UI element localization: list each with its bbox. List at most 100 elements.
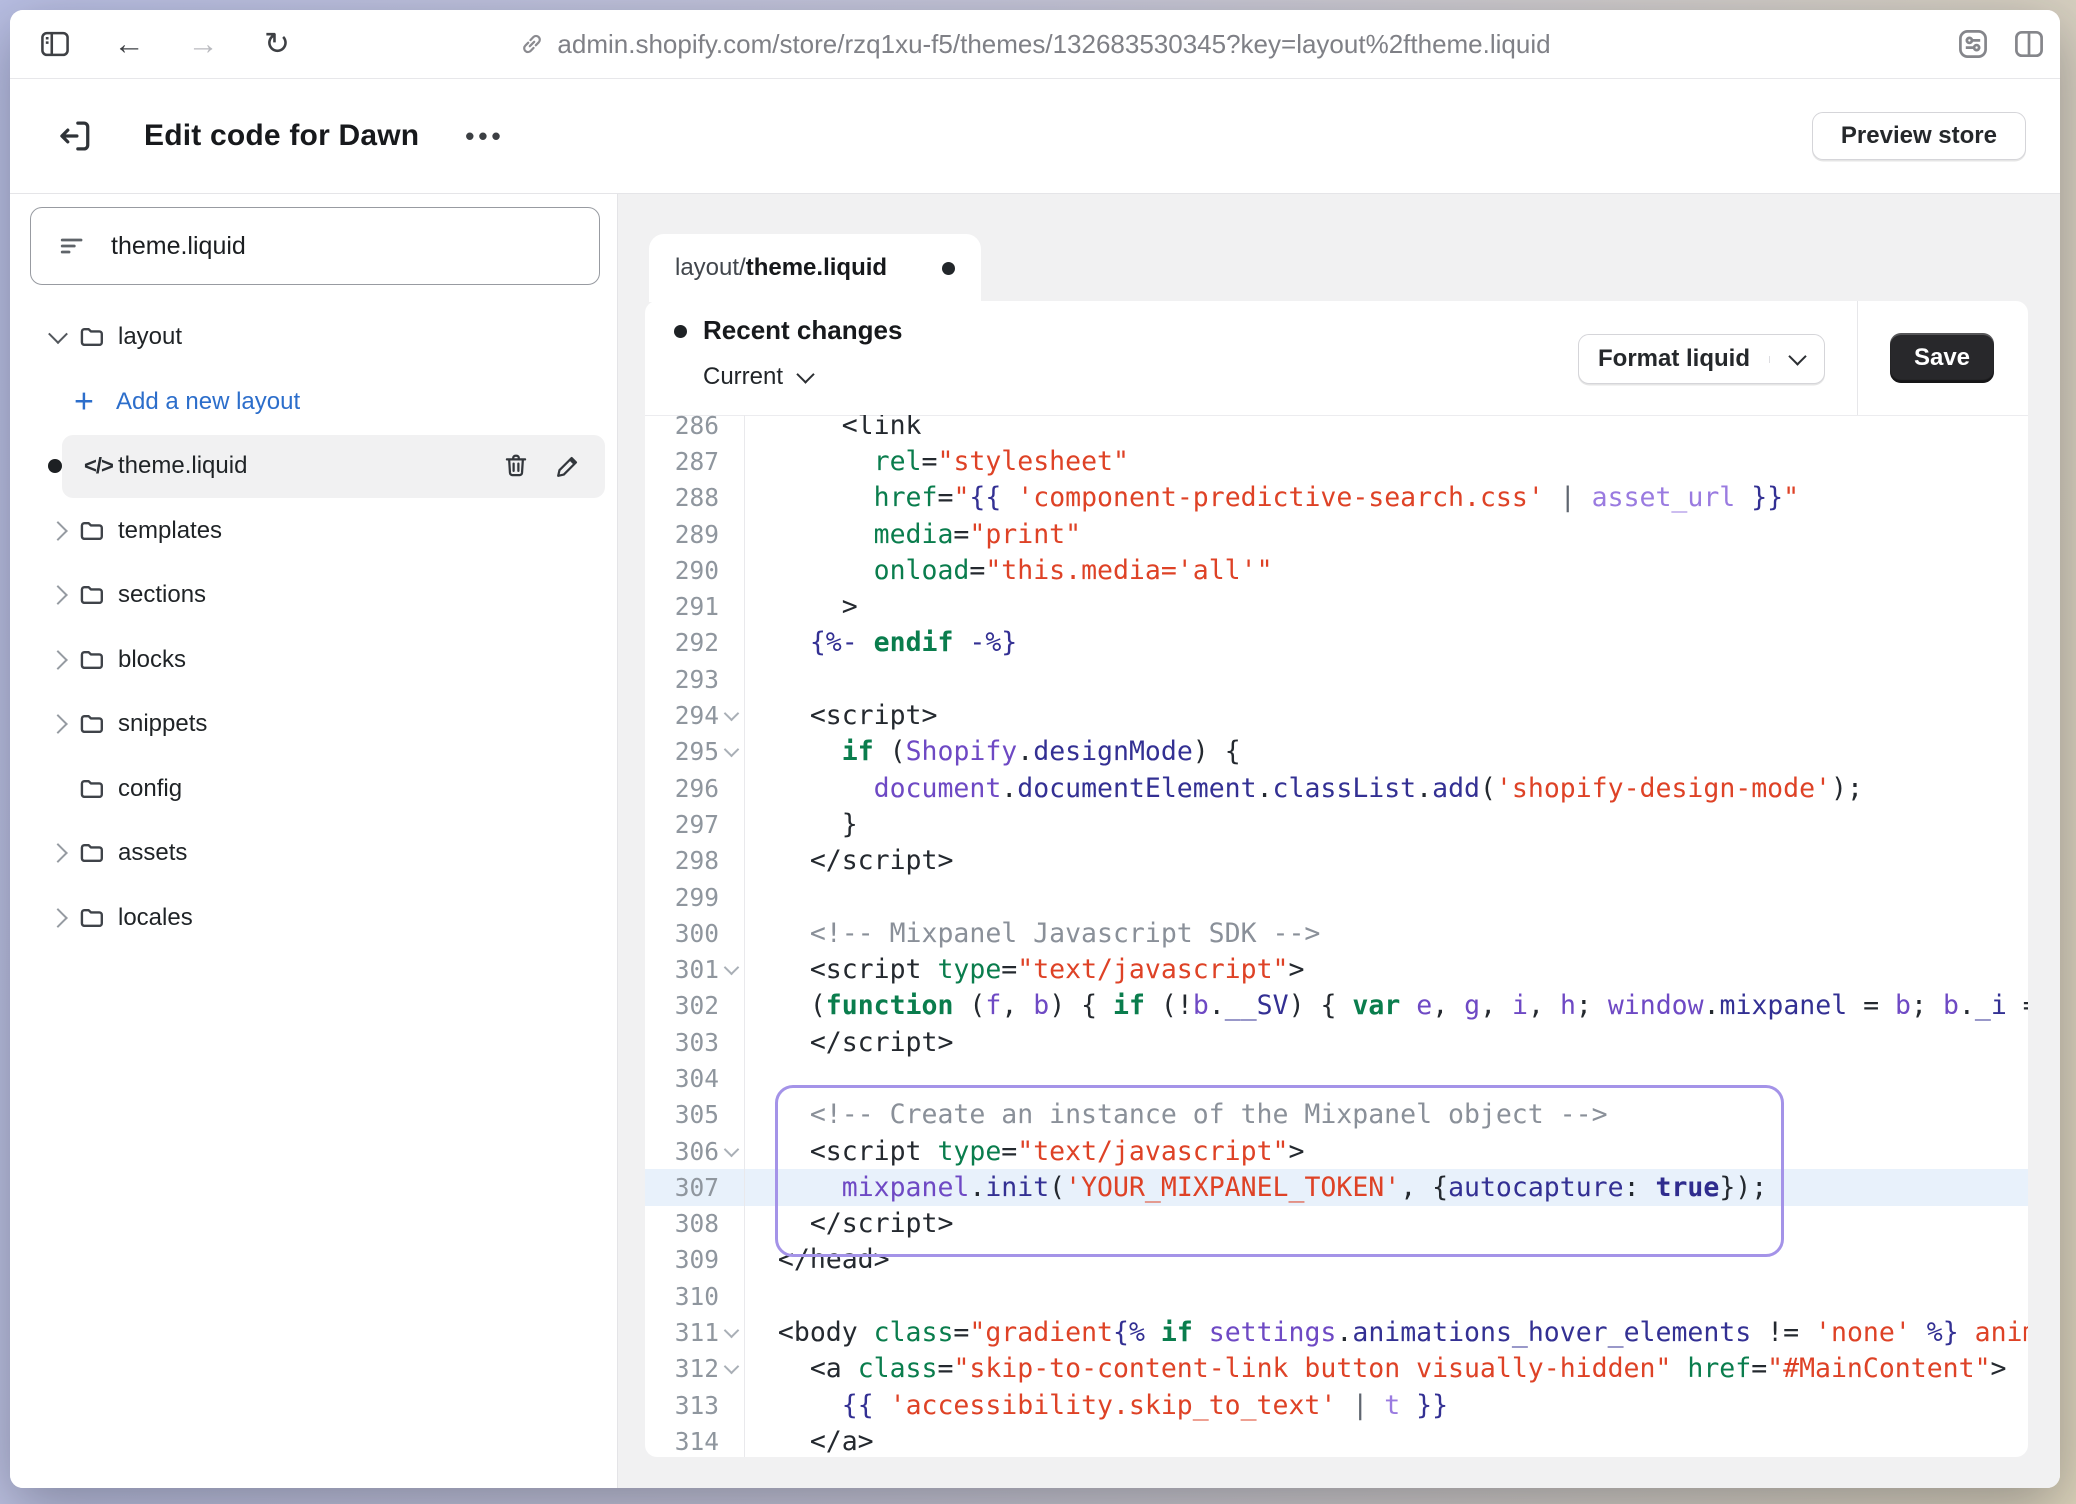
page-title: Edit code for Dawn (144, 119, 419, 153)
sidebar-item-assets[interactable]: assets (10, 821, 617, 886)
code-line[interactable]: 289 media="print" (645, 516, 2028, 552)
fold-chevron-icon[interactable] (719, 1365, 744, 1372)
chevron-down-icon[interactable] (46, 305, 70, 370)
recent-changes-label: Recent changes (703, 315, 902, 346)
line-number: 310 (645, 1282, 719, 1311)
sidebar-item-sections[interactable]: sections (10, 563, 617, 628)
tab-theme-liquid[interactable]: layout/theme.liquid (649, 234, 981, 302)
more-menu-icon[interactable]: ••• (465, 121, 504, 152)
fold-chevron-icon[interactable] (719, 748, 744, 755)
line-number: 296 (645, 774, 719, 803)
chevron-right-icon[interactable] (46, 692, 70, 757)
code-line[interactable]: 308 </script> (645, 1206, 2028, 1242)
line-number: 303 (645, 1028, 719, 1057)
chevron-right-icon[interactable] (46, 499, 70, 564)
chevron-right-icon[interactable] (46, 886, 70, 951)
line-number: 312 (645, 1354, 719, 1383)
sidebar-item-snippets[interactable]: snippets (10, 692, 617, 757)
chevron-right-icon[interactable] (46, 563, 70, 628)
reload-icon[interactable]: ↻ (254, 10, 300, 78)
page-settings-icon[interactable] (1950, 10, 1996, 78)
file-search-input[interactable] (109, 231, 579, 262)
code-text: </script> (744, 845, 953, 876)
code-area[interactable]: 286 <link287 rel="stylesheet"288 href="{… (645, 415, 2028, 1457)
code-line[interactable]: 303 </script> (645, 1024, 2028, 1060)
code-line[interactable]: 293 (645, 661, 2028, 697)
code-line[interactable]: 300 <!-- Mixpanel Javascript SDK --> (645, 915, 2028, 951)
url-text: admin.shopify.com/store/rzq1xu-f5/themes… (557, 29, 1550, 60)
line-number: 309 (645, 1245, 719, 1274)
code-line[interactable]: 299 (645, 879, 2028, 915)
code-line[interactable]: 314 </a> (645, 1423, 2028, 1457)
code-line[interactable]: 287 rel="stylesheet" (645, 443, 2028, 479)
code-line[interactable]: 306 <script type="text/javascript"> (645, 1133, 2028, 1169)
preview-store-button[interactable]: Preview store (1812, 112, 2026, 160)
line-number: 301 (645, 955, 719, 984)
sidebar-item-blocks[interactable]: blocks (10, 628, 617, 693)
code-line[interactable]: 297 } (645, 806, 2028, 842)
line-number: 307 (645, 1173, 719, 1202)
format-liquid-button[interactable]: Format liquid (1578, 334, 1825, 384)
chevron-right-icon[interactable] (46, 628, 70, 693)
tab-path-prefix: layout/ (675, 254, 746, 282)
folder-icon (78, 323, 106, 351)
code-line[interactable]: 288 href="{{ 'component-predictive-searc… (645, 480, 2028, 516)
sidebar-item-layout[interactable]: layout (10, 305, 617, 370)
address-bar[interactable]: admin.shopify.com/store/rzq1xu-f5/themes… (330, 10, 1740, 78)
code-line[interactable]: 304 (645, 1060, 2028, 1096)
code-text: <body class="gradient{% if settings.anim… (744, 1317, 2028, 1348)
code-line[interactable]: 311 <body class="gradient{% if settings.… (645, 1314, 2028, 1350)
folder-label: blocks (118, 646, 186, 674)
link-icon (519, 31, 545, 57)
file-search-box[interactable] (30, 207, 600, 285)
rename-file-icon[interactable] (554, 452, 582, 480)
forward-icon[interactable]: → (180, 10, 226, 78)
version-selector[interactable]: Current (703, 363, 812, 391)
sidebar-item-locales[interactable]: locales (10, 886, 617, 951)
screenshot-root: { "browser": { "url": "admin.shopify.com… (0, 0, 2076, 1504)
code-line[interactable]: 294 <script> (645, 697, 2028, 733)
line-number: 293 (645, 665, 719, 694)
code-line[interactable]: 312 <a class="skip-to-content-link butto… (645, 1351, 2028, 1387)
code-line[interactable]: 286 <link (645, 415, 2028, 443)
code-line[interactable]: 310 (645, 1278, 2028, 1314)
code-line[interactable]: 295 if (Shopify.designMode) { (645, 734, 2028, 770)
fold-chevron-icon[interactable] (719, 966, 744, 973)
code-line[interactable]: 296 document.documentElement.classList.a… (645, 770, 2028, 806)
code-line[interactable]: 313 {{ 'accessibility.skip_to_text' | t … (645, 1387, 2028, 1423)
chevron-right-icon[interactable] (46, 821, 70, 886)
code-line[interactable]: 302 (function (f, b) { if (!b.__SV) { va… (645, 988, 2028, 1024)
fold-chevron-icon[interactable] (719, 712, 744, 719)
code-line[interactable]: 298 </script> (645, 843, 2028, 879)
line-number: 314 (645, 1427, 719, 1456)
line-number: 304 (645, 1064, 719, 1093)
folder-label: sections (118, 581, 206, 609)
sidebar-item-theme-liquid[interactable]: </>theme.liquid (10, 434, 617, 499)
fold-chevron-icon[interactable] (719, 1148, 744, 1155)
code-line[interactable]: 292 {%- endif -%} (645, 625, 2028, 661)
code-line[interactable]: 305 <!-- Create an instance of the Mixpa… (645, 1097, 2028, 1133)
code-line[interactable]: 290 onload="this.media='all'" (645, 552, 2028, 588)
line-number: 287 (645, 447, 719, 476)
split-view-icon[interactable] (2006, 10, 2052, 78)
sidebar-item-templates[interactable]: templates (10, 499, 617, 564)
back-icon[interactable]: ← (106, 10, 152, 78)
add-new-layout-link[interactable]: +Add a new layout (10, 370, 617, 435)
line-number: 302 (645, 991, 719, 1020)
fold-chevron-icon[interactable] (719, 1329, 744, 1336)
code-line[interactable]: 291 > (645, 588, 2028, 624)
save-button[interactable]: Save (1890, 333, 1994, 383)
format-options-caret[interactable] (1769, 356, 1824, 363)
folder-label: snippets (118, 710, 207, 738)
chevron-down-icon (1788, 347, 1806, 365)
delete-file-icon[interactable] (502, 452, 530, 480)
code-text: </script> (744, 1027, 953, 1058)
code-line[interactable]: 301 <script type="text/javascript"> (645, 951, 2028, 987)
sidebar-toggle-icon[interactable] (32, 10, 78, 78)
exit-icon[interactable] (56, 117, 94, 155)
code-line[interactable]: 309 </head> (645, 1242, 2028, 1278)
sidebar-item-config[interactable]: config (10, 757, 617, 822)
folder-icon (78, 710, 106, 738)
file-sidebar: layout+Add a new layout</>theme.liquidte… (10, 194, 618, 1488)
code-line[interactable]: 307 mixpanel.init('YOUR_MIXPANEL_TOKEN',… (645, 1169, 2028, 1205)
